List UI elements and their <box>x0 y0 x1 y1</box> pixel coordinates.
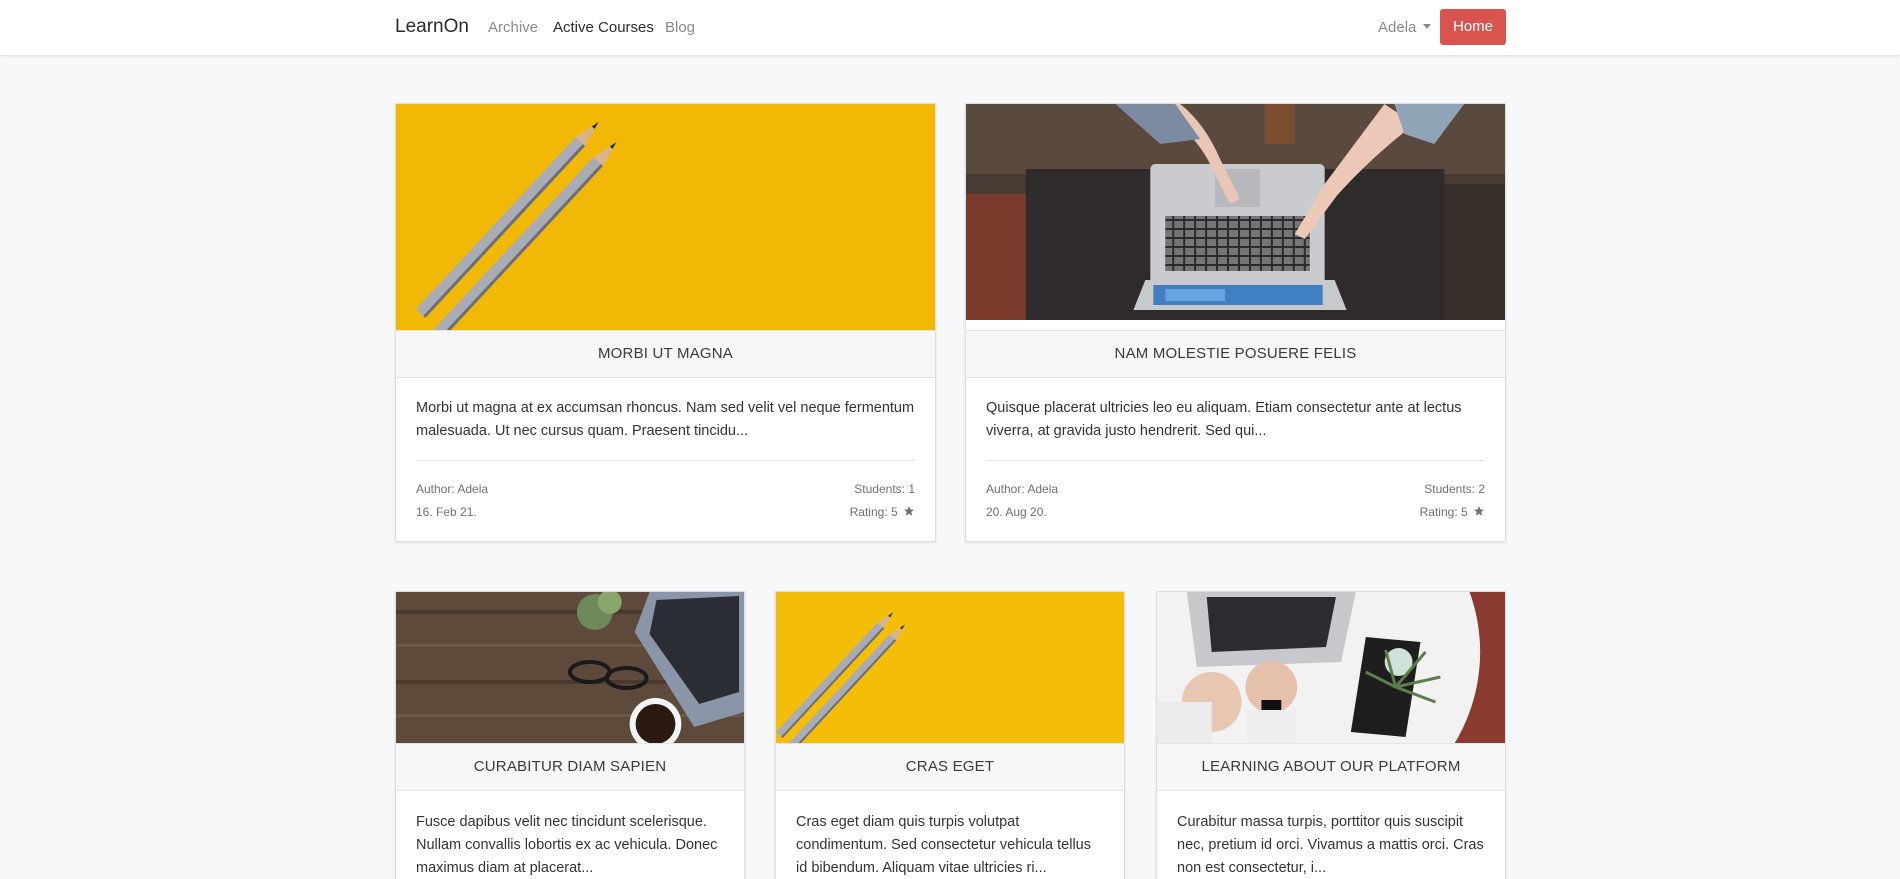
star-icon <box>904 506 914 516</box>
chevron-down-icon <box>1423 24 1432 29</box>
course-image-laptop-hands[interactable] <box>966 104 1505 320</box>
course-card[interactable]: CRAS EGET Cras eget diam quis turpis vol… <box>775 591 1125 879</box>
user-name: Adela <box>1378 19 1417 36</box>
course-excerpt: Quisque placerat ultricies leo eu aliqua… <box>986 400 1462 439</box>
course-title[interactable]: CURABITUR DIAM SAPIEN <box>396 743 744 791</box>
course-excerpt: Fusce dapibus velit nec tincidunt sceler… <box>416 814 718 876</box>
course-image-typing[interactable] <box>1157 592 1505 743</box>
brand-logo[interactable]: LearnOn <box>395 16 469 38</box>
course-students: Students: 2 <box>1424 482 1485 496</box>
course-card[interactable]: NAM MOLESTIE POSUERE FELIS Quisque place… <box>965 103 1506 542</box>
course-image-desk[interactable] <box>396 592 744 743</box>
course-excerpt: Curabitur massa turpis, porttitor quis s… <box>1177 814 1484 876</box>
course-image-pencils[interactable] <box>396 104 935 330</box>
star-icon <box>1474 506 1484 516</box>
course-title[interactable]: NAM MOLESTIE POSUERE FELIS <box>966 330 1505 378</box>
rating-label: Rating: 5 <box>849 505 898 519</box>
course-author: Author: Adela <box>416 482 489 496</box>
course-card[interactable]: LEARNING ABOUT OUR PLATFORM Curabitur ma… <box>1156 591 1506 879</box>
nav-link-archive[interactable]: Archive <box>488 19 538 36</box>
course-author: Author: Adela <box>986 482 1059 496</box>
course-title[interactable]: LEARNING ABOUT OUR PLATFORM <box>1157 743 1505 791</box>
nav-link-blog[interactable]: Blog <box>665 19 695 36</box>
top-navbar: LearnOn Archive Active Courses Blog Adel… <box>0 0 1900 55</box>
course-card[interactable]: MORBI UT MAGNA Morbi ut magna at ex accu… <box>395 103 936 542</box>
course-image-pencils[interactable] <box>776 592 1124 743</box>
course-title[interactable]: CRAS EGET <box>776 743 1124 791</box>
user-menu-dropdown[interactable]: Adela <box>1378 19 1432 36</box>
course-rating: Rating: 5 <box>850 505 915 519</box>
course-excerpt: Cras eget diam quis turpis volutpat cond… <box>796 814 1091 876</box>
home-button[interactable]: Home <box>1440 9 1506 45</box>
card-divider <box>986 460 1485 461</box>
nav-link-active-courses[interactable]: Active Courses <box>553 19 654 36</box>
course-students: Students: 1 <box>854 482 915 496</box>
course-rating: Rating: 5 <box>1420 505 1485 519</box>
rating-label: Rating: 5 <box>1419 505 1468 519</box>
course-date: 16. Feb 21. <box>416 505 477 519</box>
course-date: 20. Aug 20. <box>986 505 1047 519</box>
card-divider <box>416 460 915 461</box>
course-card[interactable]: CURABITUR DIAM SAPIEN Fusce dapibus veli… <box>395 591 745 879</box>
course-excerpt: Morbi ut magna at ex accumsan rhoncus. N… <box>416 400 915 439</box>
course-title[interactable]: MORBI UT MAGNA <box>396 330 935 378</box>
